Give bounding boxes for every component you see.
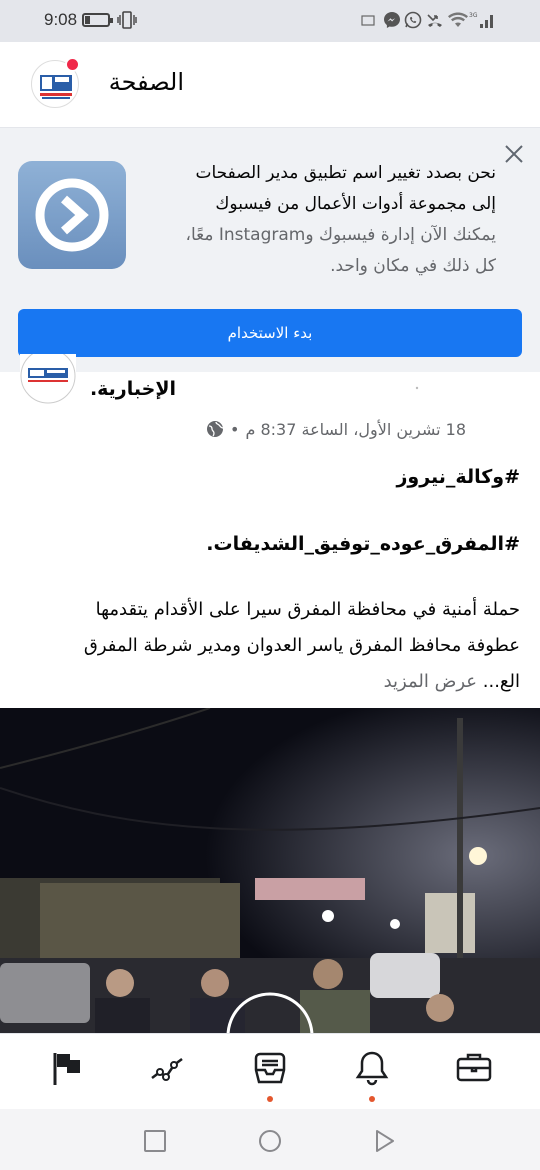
post-author-name[interactable]: الإخبارية. <box>90 378 176 400</box>
notifications-unread-dot <box>369 1096 375 1102</box>
bottom-navigation <box>0 1033 540 1109</box>
recents-icon[interactable] <box>142 1128 168 1154</box>
bell-icon <box>355 1051 389 1086</box>
get-started-button[interactable]: بدء الاستخدام <box>18 309 522 357</box>
banner-line-3: يمكنك الآن إدارة فيسبوك وInstagram معًا، <box>185 225 496 245</box>
android-navigation-bar <box>0 1109 540 1170</box>
wifi-icon <box>448 12 468 27</box>
sim-icon <box>361 15 375 26</box>
banner-message: نحن بصدد تغيير اسم تطبيق مدير الصفحات إل… <box>136 158 496 282</box>
notification-badge <box>65 57 80 72</box>
nav-tools[interactable] <box>454 1048 494 1088</box>
back-icon[interactable] <box>372 1128 398 1154</box>
see-more-link[interactable]: عرض المزيد <box>384 671 477 692</box>
signal-icon: 3G <box>469 12 493 28</box>
whatsapp-icon <box>404 11 422 29</box>
home-icon[interactable] <box>257 1128 283 1154</box>
post-date[interactable]: 18 تشرين الأول، الساعة 8:37 م <box>245 420 466 439</box>
clock: 9:08 <box>44 10 78 29</box>
post-options-icon[interactable] <box>415 386 429 390</box>
post-author-avatar[interactable] <box>20 354 76 404</box>
inbox-icon <box>254 1052 286 1084</box>
nav-home[interactable] <box>47 1048 87 1088</box>
hashtag-2[interactable]: #المفرق_عوده_توفيق_الشديفات. <box>206 533 520 555</box>
post-body-line-2: عطوفة محافظ المفرق ياسر العدوان ومدير شر… <box>83 635 520 656</box>
nav-insights[interactable] <box>148 1048 188 1088</box>
banner-line-2: إلى مجموعة أدوات الأعمال من فيسبوك <box>215 194 496 214</box>
globe-icon <box>207 421 224 437</box>
page-title: الصفحة <box>108 68 184 96</box>
battery-icon <box>82 13 113 27</box>
post-video[interactable] <box>0 708 540 1036</box>
insights-icon <box>151 1058 183 1081</box>
banner-line-4: كل ذلك في مكان واحد. <box>330 256 496 276</box>
business-suite-app-icon <box>18 161 126 269</box>
briefcase-icon <box>456 1053 492 1082</box>
flag-icon <box>53 1053 80 1085</box>
meta-separator: • <box>230 419 240 439</box>
inbox-unread-dot <box>267 1096 273 1102</box>
nav-notifications[interactable] <box>352 1048 392 1088</box>
post-body-line-1: حملة أمنية في محافظة المفرق سيرا على الأ… <box>95 599 520 620</box>
status-bar: 9:08 3G <box>0 0 540 42</box>
page-header: الصفحة <box>0 42 540 128</box>
rename-announcement-banner: نحن بصدد تغيير اسم تطبيق مدير الصفحات إل… <box>0 128 540 372</box>
missed-call-icon <box>427 14 442 27</box>
post-body-line-3: الع... <box>482 671 520 692</box>
nav-inbox[interactable] <box>250 1048 290 1088</box>
svg-text:3G: 3G <box>469 12 478 19</box>
banner-line-1: نحن بصدد تغيير اسم تطبيق مدير الصفحات <box>195 163 496 183</box>
post-meta: 18 تشرين الأول، الساعة 8:37 م • <box>206 418 466 440</box>
post-body: حملة أمنية في محافظة المفرق سيرا على الأ… <box>15 592 520 700</box>
messenger-icon <box>384 12 400 28</box>
video-thumbnail <box>0 708 540 1036</box>
close-icon[interactable] <box>502 142 526 166</box>
hashtag-1[interactable]: #وكالة_نيروز <box>396 466 520 488</box>
vibrate-icon <box>117 11 137 29</box>
